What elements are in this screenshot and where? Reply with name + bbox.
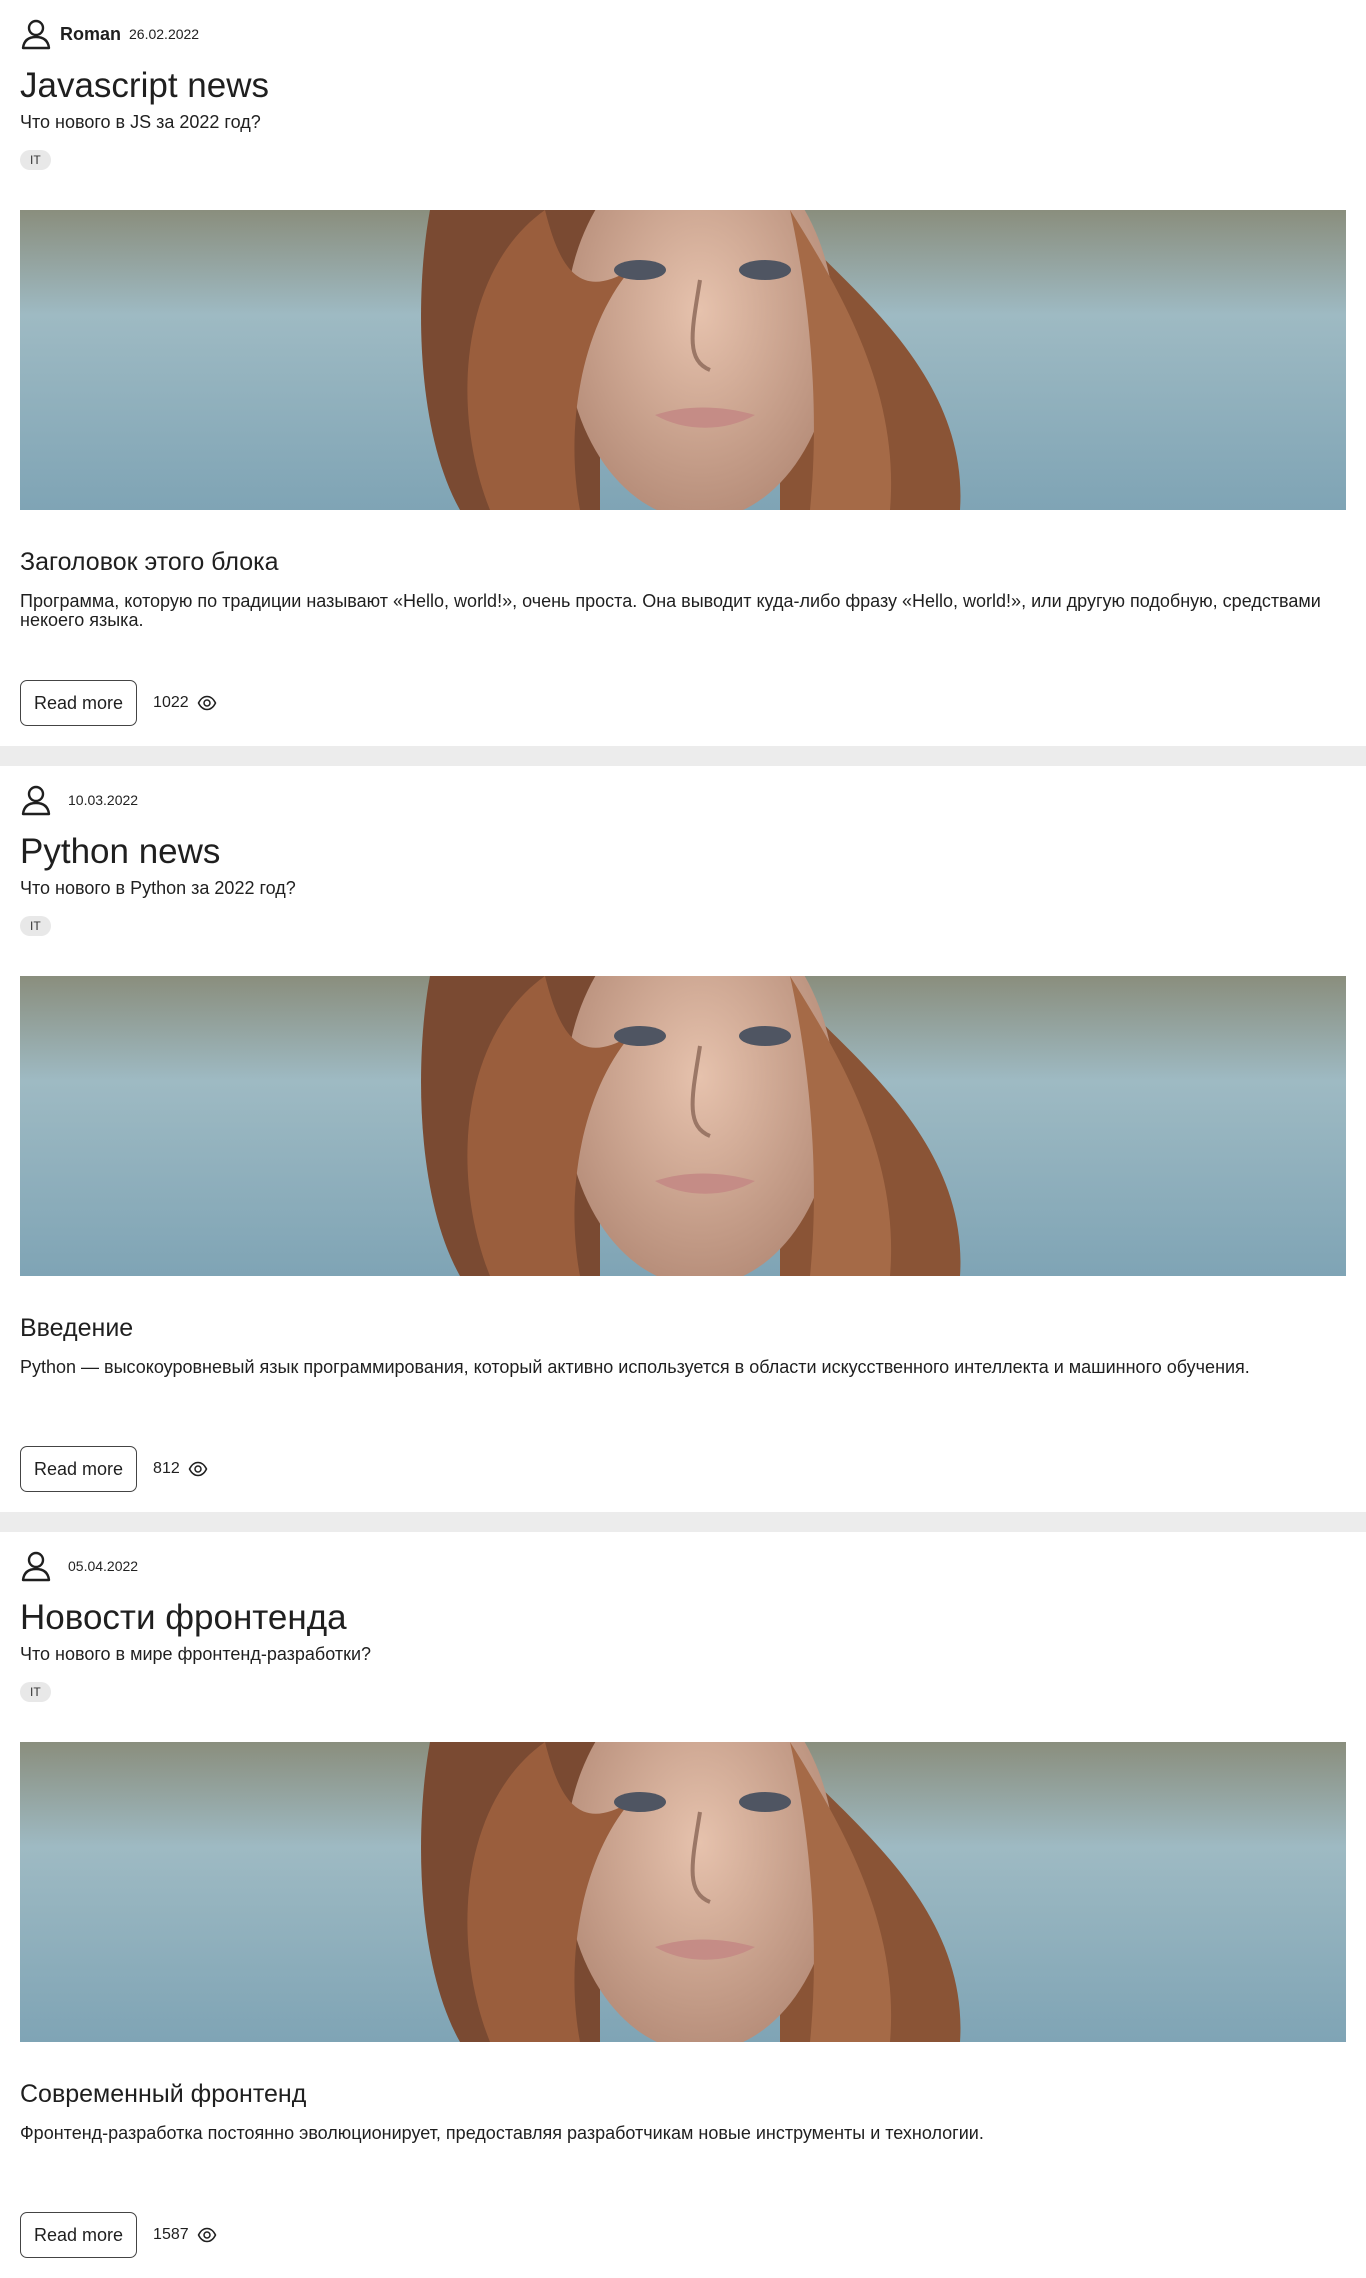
publish-date: 05.04.2022	[68, 1558, 139, 1574]
article-title: Python news	[20, 832, 221, 871]
user-icon	[21, 785, 51, 816]
article-image	[20, 1742, 1346, 2042]
article-subtitle: Что нового в JS за 2022 год?	[20, 112, 261, 132]
tag-badge: IT	[20, 150, 51, 170]
article-footer: Read more 1587	[20, 2212, 217, 2258]
article-feed: Roman 26.02.2022 Javascript news Что нов…	[0, 0, 1366, 2278]
publish-date: 26.02.2022	[129, 26, 200, 42]
article-title: Javascript news	[20, 66, 269, 105]
block-title: Современный фронтенд	[20, 2080, 307, 2108]
user-icon	[21, 1551, 51, 1582]
views-count: 812	[153, 1460, 180, 1477]
article-image	[20, 976, 1346, 1276]
article-meta: Roman 26.02.2022	[20, 18, 199, 50]
tag-badge: IT	[20, 1682, 51, 1702]
block-title: Введение	[20, 1314, 134, 1342]
block-text: Python — высокоуровневый язык программир…	[20, 1358, 1250, 1377]
article-footer: Read more 1022	[20, 680, 217, 726]
article-card: Roman 26.02.2022 Javascript news Что нов…	[0, 0, 1366, 746]
article-card: 10.03.2022 Python news Что нового в Pyth…	[0, 766, 1366, 1512]
author-name: Roman	[60, 23, 122, 44]
article-card: 05.04.2022 Новости фронтенда Что нового …	[0, 1532, 1366, 2278]
article-separator	[0, 1512, 1366, 1532]
read-more-button[interactable]: Read more	[20, 1446, 138, 1492]
article-footer: Read more 812	[20, 1446, 208, 1492]
article-title: Новости фронтенда	[20, 1598, 347, 1637]
tag-badge: IT	[20, 916, 51, 936]
publish-date: 10.03.2022	[68, 792, 139, 808]
read-more-button[interactable]: Read more	[20, 2212, 138, 2258]
article-meta: 05.04.2022	[20, 1550, 138, 1582]
article-meta: 10.03.2022	[20, 784, 138, 816]
eye-icon	[188, 1461, 208, 1477]
article-subtitle: Что нового в мире фронтенд-разработки?	[20, 1644, 372, 1664]
block-text: Программа, которую по традиции называют …	[20, 592, 1321, 628]
eye-icon	[197, 695, 216, 711]
read-more-button[interactable]: Read more	[20, 680, 138, 726]
user-icon	[21, 19, 51, 50]
block-text: Фронтенд-разработка постоянно эволюциони…	[20, 2124, 984, 2143]
block-title: Заголовок этого блока	[20, 548, 279, 576]
article-subtitle: Что нового в Python за 2022 год?	[20, 878, 296, 898]
views-count: 1587	[153, 2226, 189, 2243]
views-count: 1022	[153, 694, 189, 711]
eye-icon	[197, 2227, 216, 2243]
article-image	[20, 210, 1346, 510]
article-separator	[0, 746, 1366, 766]
